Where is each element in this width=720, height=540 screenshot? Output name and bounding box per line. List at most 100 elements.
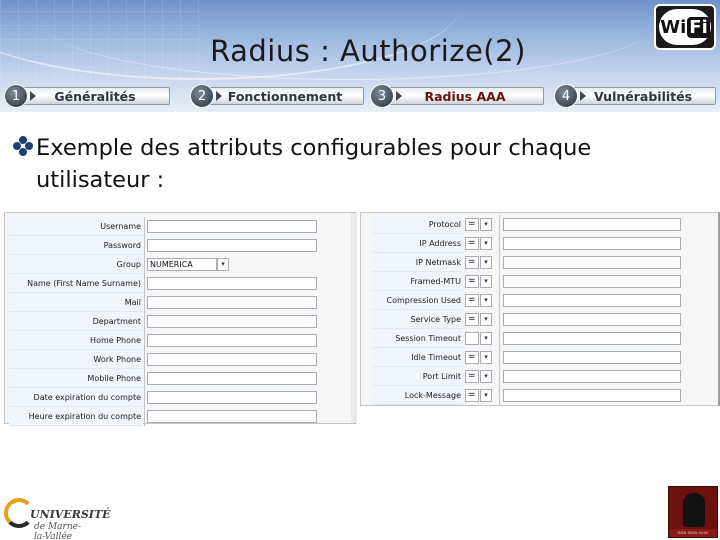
attribute-label: Session Timeout [371, 329, 463, 348]
attribute-value-field[interactable] [503, 275, 681, 288]
attribute-label: Port Limit [371, 367, 463, 386]
attribute-value-field[interactable] [503, 351, 681, 364]
attribute-value-field[interactable] [503, 237, 681, 250]
column-divider [499, 253, 500, 272]
column-divider [499, 310, 500, 329]
arrow-right-icon [216, 91, 222, 101]
column-divider [499, 348, 500, 367]
attribute-value-field[interactable] [503, 218, 681, 231]
column-divider [144, 331, 145, 350]
chevron-down-icon[interactable]: ▾ [480, 218, 492, 231]
user-attributes-form: Username Password ▾ Group NUMERICA Name (Firs… [4, 212, 357, 426]
field-label: Username [9, 217, 143, 236]
attribute-value-field[interactable] [503, 332, 681, 345]
text-field[interactable] [147, 334, 317, 347]
column-divider [499, 367, 500, 386]
radius-attributes-form: Protocol = ▾ IP Address = ▾ IP Netmask = ▾ Framed… [360, 212, 720, 406]
text-field[interactable] [147, 239, 317, 252]
column-divider [144, 388, 145, 407]
form-row: Mobile Phone [5, 369, 354, 388]
form-row: Heure expiration du compte [5, 407, 354, 426]
attribute-value-field[interactable] [503, 294, 681, 307]
group-select[interactable]: NUMERICA [147, 258, 217, 271]
silhouette-icon [683, 493, 705, 527]
operator-select[interactable]: = [465, 313, 479, 326]
column-divider [144, 350, 145, 369]
form-row: Idle Timeout = ▾ [361, 348, 718, 367]
attribute-value-field[interactable] [503, 256, 681, 269]
field-label: Name (First Name Surname) [9, 274, 143, 293]
chevron-down-icon[interactable]: ▾ [217, 258, 229, 271]
column-divider [144, 312, 145, 331]
attribute-label: IP Address [371, 234, 463, 253]
operator-select[interactable]: = [465, 389, 479, 402]
field-label: Work Phone [9, 350, 143, 369]
operator-select[interactable]: = [465, 218, 479, 231]
operator-select[interactable] [465, 332, 479, 345]
diamond-bullet-icon [13, 136, 33, 156]
chevron-down-icon[interactable]: ▾ [480, 370, 492, 383]
attribute-value-field[interactable] [503, 370, 681, 383]
chevron-down-icon[interactable]: ▾ [480, 332, 492, 345]
bullet-text: Exemple des attributs configurables pour… [36, 135, 592, 193]
attribute-label: Lock-Message [371, 386, 463, 405]
chevron-down-icon[interactable]: ▾ [480, 351, 492, 364]
column-divider [499, 329, 500, 348]
form-row: Framed-MTU = ▾ [361, 272, 718, 291]
form-row: Username [5, 217, 354, 236]
form-row: Name (First Name Surname) [5, 274, 354, 293]
text-field[interactable] [147, 296, 317, 309]
operator-select[interactable]: = [465, 351, 479, 364]
column-divider [499, 291, 500, 310]
tab-number-badge: 2 [190, 84, 214, 108]
operator-select[interactable]: = [465, 237, 479, 250]
chevron-down-icon[interactable]: ▾ [480, 313, 492, 326]
text-field[interactable] [147, 410, 317, 423]
arrow-right-icon [30, 91, 36, 101]
chevron-down-icon[interactable]: ▾ [480, 237, 492, 250]
chevron-down-icon[interactable]: ▾ [480, 275, 492, 288]
operator-select[interactable]: = [465, 256, 479, 269]
chevron-down-icon[interactable]: ▾ [480, 389, 492, 402]
form-row: Home Phone [5, 331, 354, 350]
tab-label: Généralités [20, 87, 170, 105]
university-logo: UNIVERSITÉ de Marne-la-Vallée [0, 494, 111, 540]
form-row: Lock-Message = ▾ [361, 386, 718, 405]
text-field[interactable] [147, 220, 317, 233]
form-row: ▾ Group NUMERICA [5, 255, 354, 274]
attribute-label: Compression Used [371, 291, 463, 310]
tab-number-badge: 4 [554, 84, 578, 108]
field-label: Heure expiration du compte [9, 407, 143, 426]
chevron-down-icon[interactable]: ▾ [480, 294, 492, 307]
text-field[interactable] [147, 353, 317, 366]
field-label: Group [9, 255, 143, 274]
publisher-logo: ISSN 0000-0000 [668, 486, 718, 538]
arrow-right-icon [396, 91, 402, 101]
form-row: Work Phone [5, 350, 354, 369]
field-label: Mail [9, 293, 143, 312]
column-divider [499, 272, 500, 291]
operator-select[interactable]: = [465, 275, 479, 288]
text-field[interactable] [147, 277, 317, 290]
attribute-label: Idle Timeout [371, 348, 463, 367]
text-field[interactable] [147, 391, 317, 404]
attribute-label: IP Netmask [371, 253, 463, 272]
attribute-value-field[interactable] [503, 389, 681, 402]
attribute-label: Framed-MTU [371, 272, 463, 291]
tab-number-badge: 1 [4, 84, 28, 108]
form-row: Department [5, 312, 354, 331]
operator-select[interactable]: = [465, 370, 479, 383]
attribute-value-field[interactable] [503, 313, 681, 326]
form-row: Password [5, 236, 354, 255]
wifi-logo: Wi Fi [654, 4, 716, 50]
form-row: Service Type = ▾ [361, 310, 718, 329]
attribute-label: Protocol [371, 215, 463, 234]
form-row: Compression Used = ▾ [361, 291, 718, 310]
form-row: IP Netmask = ▾ [361, 253, 718, 272]
text-field[interactable] [147, 372, 317, 385]
text-field[interactable] [147, 315, 317, 328]
operator-select[interactable]: = [465, 294, 479, 307]
column-divider [144, 255, 145, 274]
field-label: Mobile Phone [9, 369, 143, 388]
chevron-down-icon[interactable]: ▾ [480, 256, 492, 269]
